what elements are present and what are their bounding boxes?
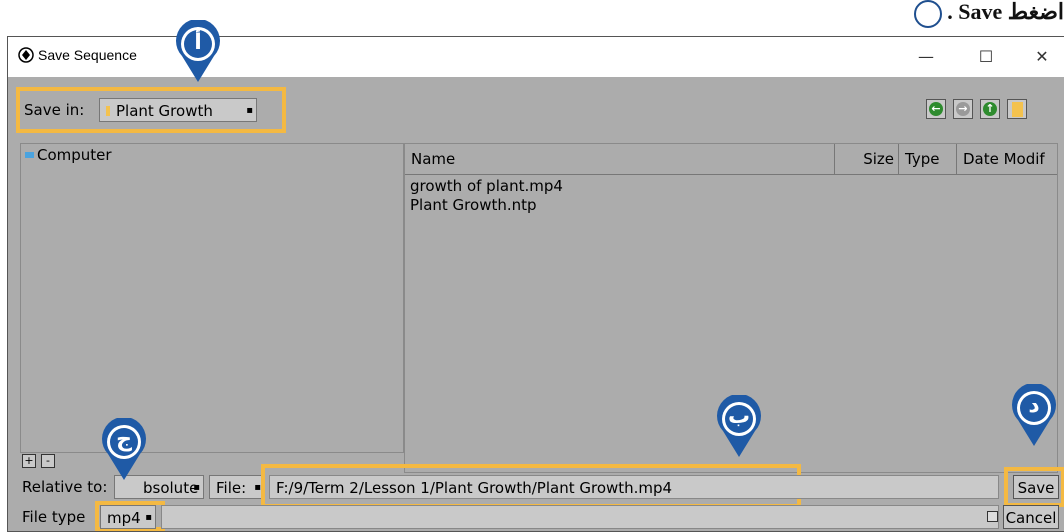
expand-button[interactable]: + <box>22 454 36 468</box>
minimize-button[interactable]: — <box>908 43 944 71</box>
title-bar: Save Sequence — ☐ ✕ <box>8 37 1064 77</box>
app-icon <box>18 47 34 63</box>
instruction-label: اضغط Save . <box>947 0 1064 25</box>
column-date[interactable]: Date Modif <box>957 144 1057 174</box>
file-row[interactable]: growth of plant.mp4 <box>410 177 563 196</box>
column-size[interactable]: Size <box>835 144 899 174</box>
arrow-left-icon: ← <box>931 102 941 115</box>
marker-a-label: أ <box>194 30 202 55</box>
marker-b-label: ب <box>727 404 751 429</box>
cancel-button[interactable]: Cancel <box>1003 505 1059 529</box>
back-button[interactable]: ← <box>926 99 946 119</box>
filter-icon[interactable] <box>987 511 998 522</box>
chevron-down-icon: ▪ <box>246 105 253 116</box>
forward-button[interactable]: → <box>953 99 973 119</box>
marker-c-label: ج <box>116 427 132 452</box>
new-folder-icon <box>1012 102 1023 117</box>
save-in-dropdown[interactable]: Plant Growth ▪ <box>99 98 257 122</box>
file-list-header: Name Size Type Date Modif <box>405 144 1057 175</box>
column-name[interactable]: Name <box>405 144 835 174</box>
chevron-down-icon: ▪ <box>145 512 152 523</box>
chevron-down-icon: ▪ <box>193 482 200 493</box>
relative-to-label: Relative to: <box>22 478 108 496</box>
file-type-filter-field[interactable] <box>161 505 999 529</box>
save-button[interactable]: Save <box>1013 475 1059 499</box>
relative-to-value: bsolute <box>143 479 199 497</box>
up-button[interactable]: ↑ <box>980 99 1000 119</box>
computer-icon <box>25 152 34 158</box>
file-type-dropdown[interactable]: mp4 ▪ <box>100 505 156 529</box>
file-type-label: File type <box>22 508 86 526</box>
file-row[interactable]: Plant Growth.ntp <box>410 196 537 215</box>
file-path-value: F:/9/Term 2/Lesson 1/Plant Growth/Plant … <box>276 479 673 497</box>
marker-d-label: د <box>1028 393 1040 418</box>
file-type-value: mp4 <box>107 509 141 527</box>
file-path-input[interactable]: F:/9/Term 2/Lesson 1/Plant Growth/Plant … <box>269 475 999 499</box>
save-in-label: Save in: <box>24 101 85 119</box>
file-mode-value: File: <box>216 479 247 497</box>
column-type[interactable]: Type <box>899 144 957 174</box>
window-title: Save Sequence <box>38 47 137 63</box>
folder-icon <box>106 106 110 116</box>
maximize-button[interactable]: ☐ <box>968 43 1004 71</box>
folder-tree[interactable]: Computer <box>20 143 404 453</box>
close-button[interactable]: ✕ <box>1024 43 1060 71</box>
chevron-down-icon: ▪ <box>254 482 261 493</box>
new-folder-button[interactable] <box>1007 99 1027 119</box>
arrow-up-icon: ↑ <box>985 102 995 115</box>
arrow-right-icon: → <box>958 102 968 115</box>
instruction-text: اضغط Save . <box>860 0 1064 36</box>
tree-root-computer[interactable]: Computer <box>37 146 112 164</box>
step-circle-icon <box>913 0 942 28</box>
collapse-button[interactable]: - <box>41 454 55 468</box>
save-sequence-dialog: Save Sequence — ☐ ✕ Save in: Plant Growt… <box>7 36 1064 532</box>
save-in-value: Plant Growth <box>116 102 213 120</box>
file-mode-dropdown[interactable]: File: ▪ <box>209 475 265 499</box>
